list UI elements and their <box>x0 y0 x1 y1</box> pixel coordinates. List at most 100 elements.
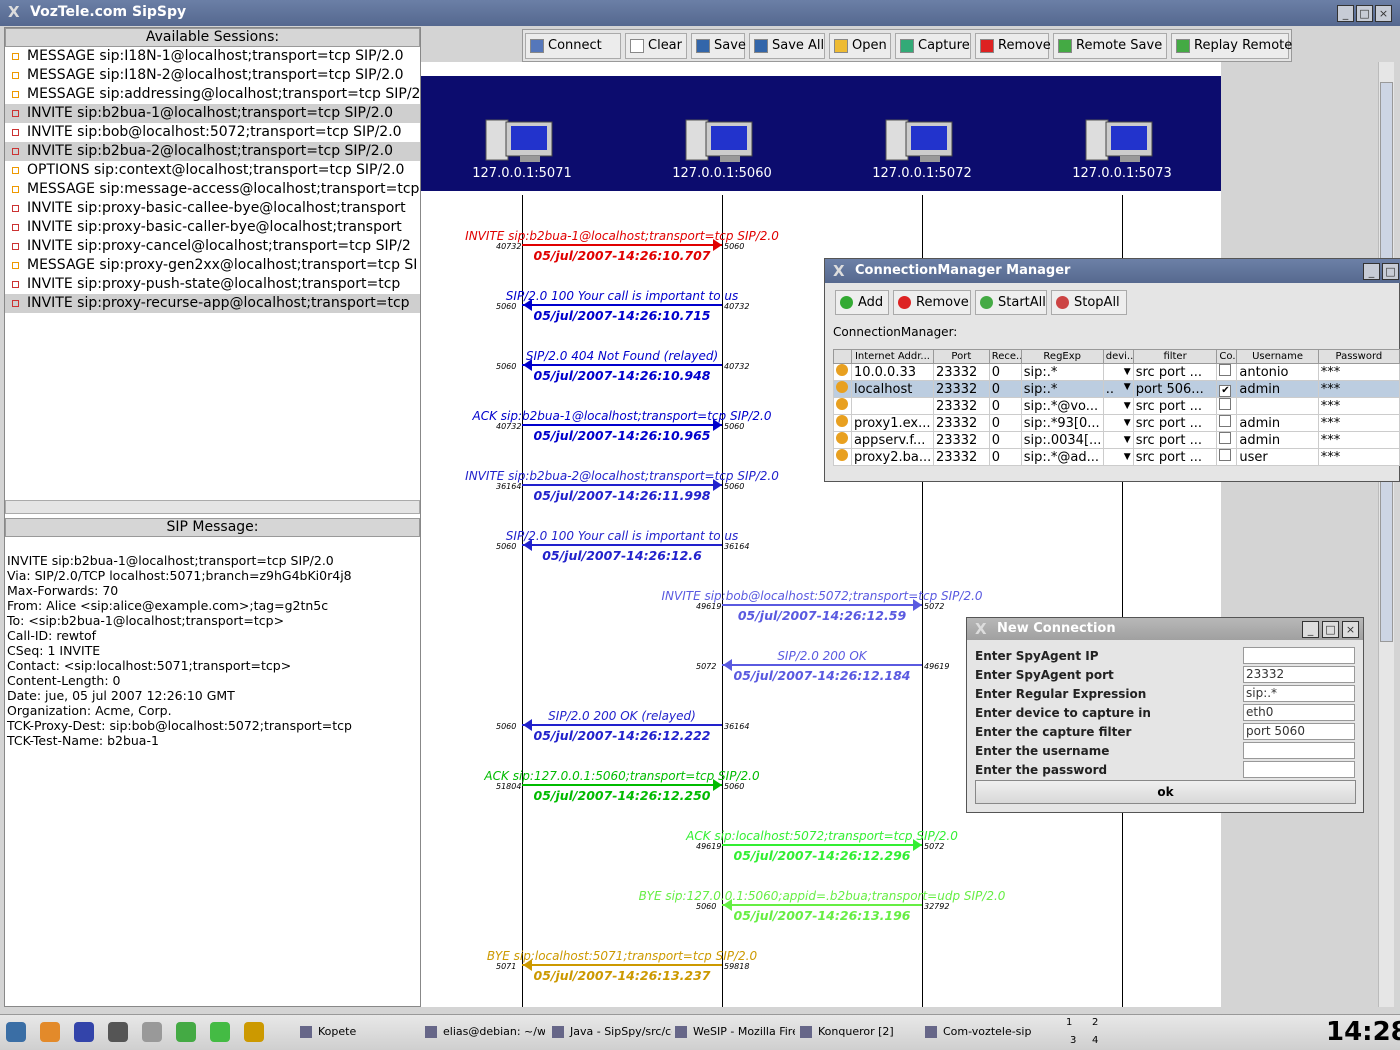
desktop-2[interactable]: 2 <box>1092 1017 1098 1028</box>
column-header[interactable]: filter <box>1132 349 1218 364</box>
maximize-icon[interactable]: □ <box>1322 621 1339 638</box>
dropdown-arrow-icon[interactable]: ▼ <box>1124 382 1131 392</box>
minimize-icon[interactable]: _ <box>1363 263 1380 280</box>
message-label[interactable]: INVITE sip:bob@localhost:5072;transport=… <box>661 589 982 603</box>
connected-checkbox[interactable] <box>1216 397 1238 415</box>
checkbox[interactable]: ✔ <box>1219 384 1232 397</box>
refresh-icon[interactable] <box>176 1022 196 1042</box>
minimize-icon[interactable]: _ <box>1337 5 1354 22</box>
checkbox[interactable] <box>1219 415 1232 427</box>
replay-remote-button[interactable]: Replay Remote <box>1171 33 1292 59</box>
table-cell[interactable]: ▼ <box>1102 448 1134 466</box>
stopall-button[interactable]: StopAll <box>1051 290 1127 315</box>
table-cell[interactable]: admin <box>1236 380 1319 398</box>
taskbar-task[interactable]: Kopete <box>300 1025 420 1038</box>
table-cell[interactable]: src port ... <box>1132 363 1218 381</box>
checkbox[interactable] <box>1219 432 1232 444</box>
connected-checkbox[interactable] <box>1216 414 1238 432</box>
session-item[interactable]: MESSAGE sip:I18N-2@localhost;transport=t… <box>5 66 420 85</box>
message-label[interactable]: SIP/2.0 100 Your call is important to us <box>506 289 738 303</box>
table-cell[interactable]: src port ... <box>1132 448 1218 466</box>
session-item[interactable]: INVITE sip:b2bua-2@localhost;transport=t… <box>5 142 420 161</box>
connected-checkbox[interactable] <box>1216 448 1238 466</box>
dropdown-arrow-icon[interactable]: ▼ <box>1124 452 1131 462</box>
taskbar-task[interactable]: Java - SipSpy/src/co <box>552 1025 672 1038</box>
table-row[interactable]: localhost 23332 0 sip:.*.. ▼ port 506... ✔ admi… <box>833 380 1400 398</box>
home-icon[interactable] <box>40 1022 60 1042</box>
table-cell[interactable] <box>850 397 934 415</box>
table-cell[interactable]: ▼ <box>1102 397 1134 415</box>
session-item[interactable]: INVITE sip:proxy-cancel@localhost;transp… <box>5 237 420 256</box>
table-cell[interactable]: src port ... <box>1132 397 1218 415</box>
table-cell[interactable]: sip:.0034[... <box>1020 431 1104 449</box>
table-cell[interactable]: proxy1.ex... <box>850 414 934 432</box>
maximize-icon[interactable]: □ <box>1356 5 1373 22</box>
table-row[interactable]: proxy2.ba... 23332 0 sip:.*@ad... ▼ src port … <box>833 448 1400 466</box>
table-cell[interactable]: 23332 <box>932 397 990 415</box>
column-header[interactable]: Rece... <box>988 349 1022 364</box>
table-cell[interactable]: *** <box>1317 397 1400 415</box>
table-cell[interactable]: proxy2.ba... <box>850 448 934 466</box>
session-item[interactable]: INVITE sip:b2bua-1@localhost;transport=t… <box>5 104 420 123</box>
session-item[interactable]: MESSAGE sip:I18N-1@localhost;transport=t… <box>5 47 420 66</box>
table-cell[interactable]: ▼ <box>1102 414 1134 432</box>
table-cell[interactable]: admin <box>1236 431 1319 449</box>
table-row[interactable]: 23332 0 sip:.*@vo... ▼ src port ... *** <box>833 397 1400 415</box>
column-header[interactable] <box>833 349 852 364</box>
table-cell[interactable]: 23332 <box>932 363 990 381</box>
table-cell[interactable]: *** <box>1317 448 1400 466</box>
table-cell[interactable]: ▼ <box>1102 431 1134 449</box>
connection-manager-title[interactable]: ConnectionManager Manager <box>825 259 1400 283</box>
save-all-button[interactable]: Save All <box>749 33 825 59</box>
field-input[interactable]: sip:.* <box>1243 685 1355 702</box>
connections-table[interactable]: Internet Addr...PortRece...RegExpdevi...… <box>833 349 1400 466</box>
session-item[interactable]: INVITE sip:proxy-basic-caller-bye@localh… <box>5 218 420 237</box>
desktop-pager[interactable]: 1 2 3 4 <box>1062 1017 1114 1049</box>
connected-checkbox[interactable] <box>1216 431 1238 449</box>
table-cell[interactable]: ▼ <box>1102 363 1134 381</box>
table-cell[interactable]: sip:.*93[0... <box>1020 414 1104 432</box>
table-cell[interactable]: sip:.* <box>1020 380 1104 398</box>
session-item[interactable]: INVITE sip:proxy-recurse-app@localhost;t… <box>5 294 420 313</box>
table-cell[interactable]: *** <box>1317 431 1400 449</box>
table-cell[interactable]: sip:.*@vo... <box>1020 397 1104 415</box>
field-input[interactable] <box>1243 761 1355 778</box>
session-item[interactable]: INVITE sip:bob@localhost:5072;transport=… <box>5 123 420 142</box>
message-label[interactable]: SIP/2.0 200 OK <box>777 649 866 663</box>
checkbox[interactable] <box>1219 449 1232 461</box>
session-item[interactable]: MESSAGE sip:addressing@localhost;transpo… <box>5 85 420 104</box>
add-button[interactable]: Add <box>835 290 889 315</box>
session-item[interactable]: INVITE sip:proxy-push-state@localhost;tr… <box>5 275 420 294</box>
desktop-4[interactable]: 4 <box>1092 1035 1098 1046</box>
table-cell[interactable]: 10.0.0.33 <box>850 363 934 381</box>
connected-checkbox[interactable]: ✔ <box>1216 380 1238 398</box>
taskbar-task[interactable]: Com-voztele-sip <box>925 1025 1045 1038</box>
table-row[interactable]: 10.0.0.33 23332 0 sip:.* ▼ src port ... antoni… <box>833 363 1400 381</box>
maximize-icon[interactable]: □ <box>1382 263 1399 280</box>
field-input[interactable] <box>1243 742 1355 759</box>
close-icon[interactable]: × <box>1375 5 1392 22</box>
column-header[interactable]: Username <box>1236 349 1319 364</box>
table-cell[interactable]: src port ... <box>1132 431 1218 449</box>
table-cell[interactable]: admin <box>1236 414 1319 432</box>
table-cell[interactable]: src port ... <box>1132 414 1218 432</box>
table-cell[interactable]: sip:.*@ad... <box>1020 448 1104 466</box>
table-cell[interactable]: appserv.f... <box>850 431 934 449</box>
remote-save-button[interactable]: Remote Save <box>1053 33 1167 59</box>
remove-button[interactable]: Remove <box>975 33 1051 59</box>
column-header[interactable]: Co... <box>1216 349 1238 364</box>
taskbar-task[interactable]: elias@debian: ~/wor <box>425 1025 545 1038</box>
table-cell[interactable]: 0 <box>988 431 1022 449</box>
table-cell[interactable]: 0 <box>988 397 1022 415</box>
table-cell[interactable]: 0 <box>988 448 1022 466</box>
session-item[interactable]: MESSAGE sip:proxy-gen2xx@localhost;trans… <box>5 256 420 275</box>
column-header[interactable]: Port <box>932 349 990 364</box>
table-cell[interactable]: localhost <box>850 380 934 398</box>
minimize-icon[interactable]: _ <box>1302 621 1319 638</box>
field-input[interactable] <box>1243 647 1355 664</box>
checkbox[interactable] <box>1219 364 1232 376</box>
capture-button[interactable]: Capture <box>895 33 971 59</box>
column-header[interactable]: RegExp <box>1020 349 1104 364</box>
clear-button[interactable]: Clear <box>625 33 687 59</box>
table-cell[interactable]: 0 <box>988 380 1022 398</box>
